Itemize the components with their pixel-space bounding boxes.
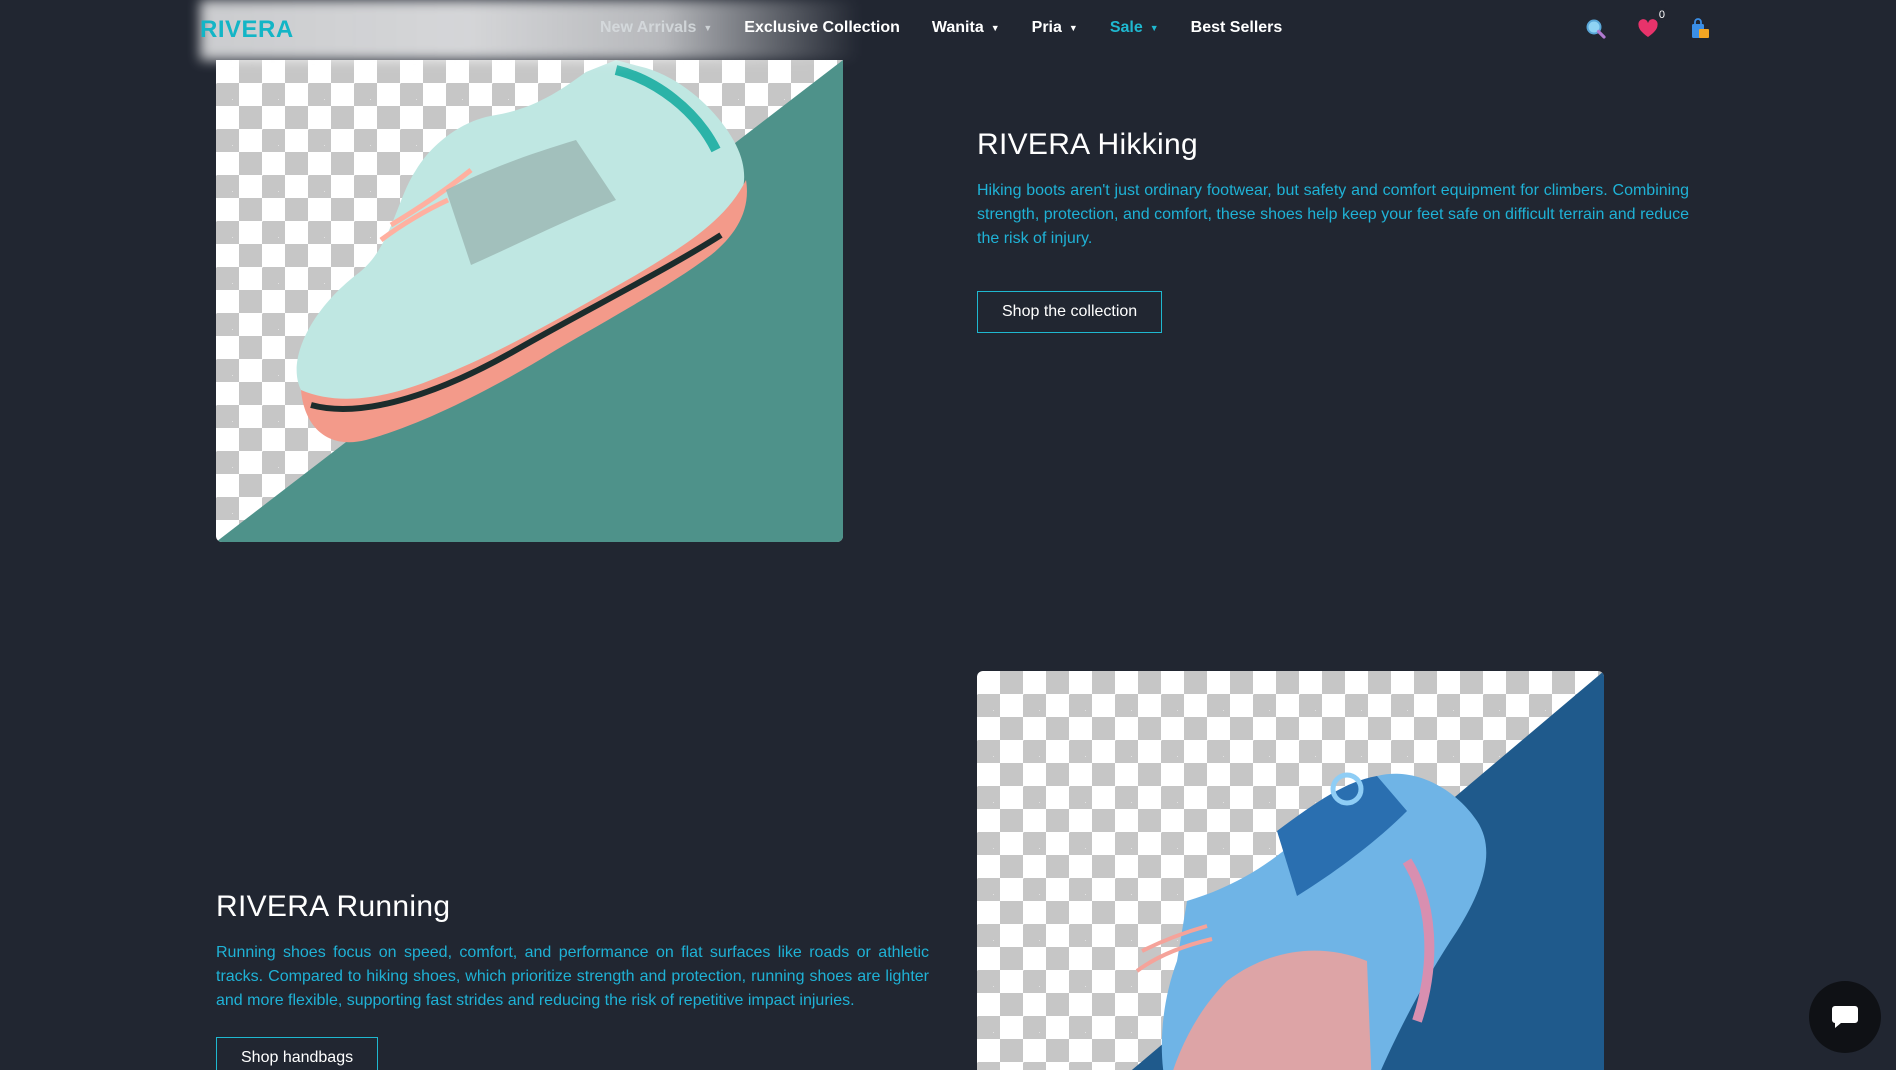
search-icon[interactable] (1585, 18, 1607, 40)
running-shoe-image (977, 671, 1604, 1070)
heart-icon (1638, 19, 1658, 37)
wishlist-button[interactable]: 0 (1637, 8, 1668, 40)
nav-item-label: Best Sellers (1190, 19, 1283, 36)
main-nav: New Arrivals ▼ Exclusive Collection Wani… (600, 19, 1314, 37)
shop-handbags-button[interactable]: Shop handbags (216, 1037, 379, 1070)
brand-logo[interactable]: RIVERA (200, 16, 294, 44)
nav-item-exclusive-collection[interactable]: Exclusive Collection (744, 19, 900, 37)
nav-item-pria[interactable]: Pria ▼ (1032, 19, 1078, 37)
chevron-down-icon: ▼ (1068, 23, 1078, 33)
section-description-running: Running shoes focus on speed, comfort, a… (216, 944, 929, 1009)
section-description-hiking: Hiking boots aren't just ordinary footwe… (977, 182, 1689, 247)
nav-item-wanita[interactable]: Wanita ▼ (932, 19, 1000, 37)
nav-item-label: Pria (1031, 19, 1062, 36)
chevron-down-icon: ▼ (1149, 23, 1159, 33)
nav-item-label: Sale (1109, 19, 1143, 36)
chat-button[interactable] (1809, 981, 1881, 1053)
shop-collection-button[interactable]: Shop the collection (977, 291, 1163, 333)
wishlist-count-badge: 0 (1655, 8, 1668, 22)
shopping-bag-icon[interactable] (1689, 18, 1711, 40)
nav-item-label: Exclusive Collection (744, 19, 900, 36)
section-title-running: RIVERA Running (216, 890, 451, 923)
chevron-down-icon: ▼ (703, 23, 713, 33)
chevron-down-icon: ▼ (990, 23, 1000, 33)
nav-item-best-sellers[interactable]: Best Sellers (1191, 19, 1283, 37)
chat-bubble-icon (1832, 1006, 1858, 1028)
hiking-shoe-image (216, 60, 843, 542)
nav-item-label: Wanita (931, 19, 984, 36)
nav-item-sale[interactable]: Sale ▼ (1110, 19, 1159, 37)
nav-item-label: New Arrivals (600, 19, 697, 36)
nav-item-new-arrivals[interactable]: New Arrivals ▼ (600, 19, 712, 37)
site-header: RIVERA New Arrivals ▼ Exclusive Collecti… (0, 0, 1896, 60)
header-actions: 0 (1585, 8, 1711, 40)
section-title-hiking: RIVERA Hikking (977, 128, 1198, 161)
